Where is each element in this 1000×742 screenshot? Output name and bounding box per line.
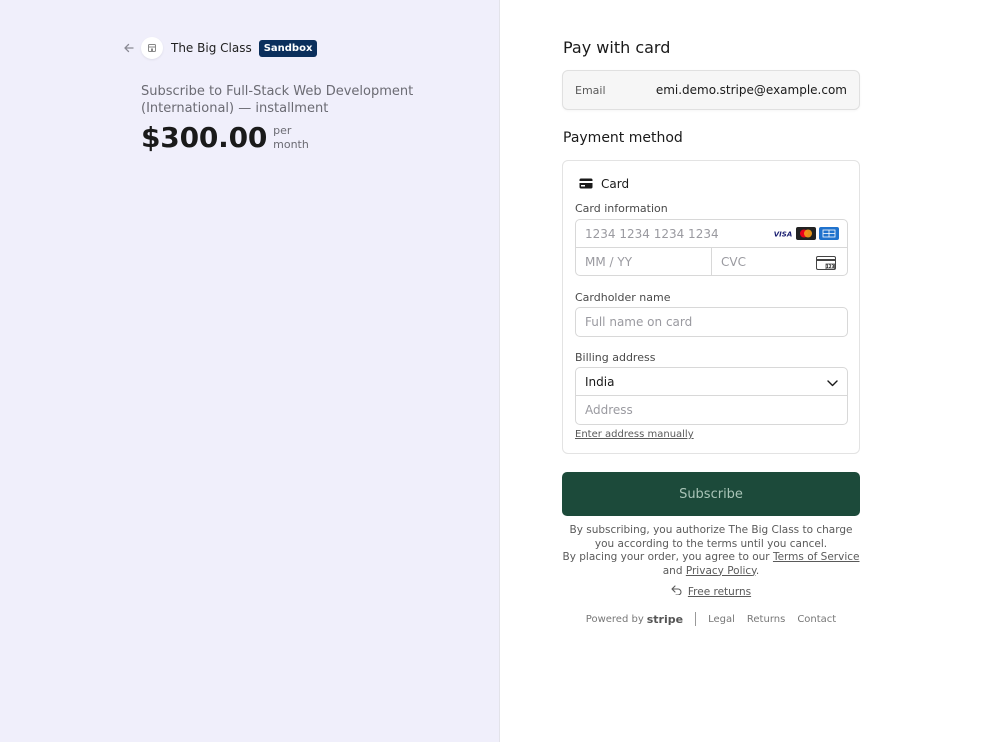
cvc-input[interactable] [721,248,811,276]
visa-icon: VISA [773,227,793,240]
card-brands: VISA [773,227,839,240]
merchant-header: The Big Class Sandbox [122,37,318,59]
footer-divider [695,612,697,626]
product-name: Subscribe to Full-Stack Web Development … [141,84,414,116]
footer-legal-link[interactable]: Legal [708,614,735,625]
card-info-label: Card information [575,202,668,215]
arrow-left-icon[interactable] [122,41,136,55]
merchant-name: The Big Class [171,41,252,55]
privacy-policy-link[interactable]: Privacy Policy [686,565,756,577]
svg-text:123: 123 [826,264,835,269]
price-amount: $300.00 [141,121,268,154]
email-field[interactable]: Email emi.demo.stripe@example.com [562,70,860,110]
cardholder-label: Cardholder name [575,291,671,304]
credit-card-icon [579,174,593,193]
amex-icon [819,227,839,240]
price-interval: per month [273,124,321,152]
chevron-down-icon [827,372,838,391]
card-number-input[interactable] [585,226,765,241]
sandbox-badge: Sandbox [258,39,318,57]
terms-agree-prefix: By placing your order, you agree to our [562,551,770,563]
store-icon [141,37,163,59]
order-summary-panel: The Big Class Sandbox Subscribe to Full-… [0,0,500,742]
email-label: Email [575,83,606,97]
free-returns-link[interactable]: Free returns [688,586,751,598]
interval-per: per [273,123,292,137]
stripe-logo[interactable]: stripe [647,613,683,626]
footer: Powered by stripe Legal Returns Contact [562,612,860,626]
card-expiry-cvc-row: 123 [576,248,847,276]
billing-label: Billing address [575,351,656,364]
card-tab[interactable]: Card [579,174,629,193]
cardholder-input[interactable] [585,308,835,336]
divider [711,248,712,276]
enter-address-manually-link[interactable]: Enter address manually [575,429,694,440]
interval-unit: month [273,137,309,151]
card-number-row: VISA [576,220,847,248]
billing-group: India [575,367,848,425]
footer-returns-link[interactable]: Returns [747,614,785,625]
address-input[interactable] [585,396,835,424]
mastercard-icon [796,227,816,240]
terms-text: By subscribing, you authorize The Big Cl… [562,524,860,578]
payment-method-box: Card Card information VISA 123 [562,160,860,454]
expiry-input[interactable] [585,248,711,276]
card-info-group: VISA 123 [575,219,848,276]
card-tab-label: Card [601,176,630,191]
terms-period: . [755,564,760,577]
email-value: emi.demo.stripe@example.com [655,83,847,97]
country-select[interactable]: India [576,368,847,396]
country-value: India [585,374,615,389]
terms-and: and [662,564,683,577]
cvc-card-icon: 123 [816,255,836,274]
cardholder-field [575,307,848,337]
svg-text:VISA: VISA [774,231,792,239]
product-summary: Subscribe to Full-Stack Web Development … [141,83,441,154]
return-arrow-icon [671,585,682,598]
footer-contact-link[interactable]: Contact [797,614,836,625]
subscribe-button[interactable]: Subscribe [562,472,860,516]
price-row: $300.00 per month [141,121,441,154]
payment-method-title: Payment method [563,130,683,146]
terms-authorize: By subscribing, you authorize The Big Cl… [569,524,853,550]
free-returns: Free returns [562,585,860,598]
powered-by-text: Powered by [585,613,644,625]
terms-of-service-link[interactable]: Terms of Service [773,551,860,563]
page-title: Pay with card [563,38,671,57]
